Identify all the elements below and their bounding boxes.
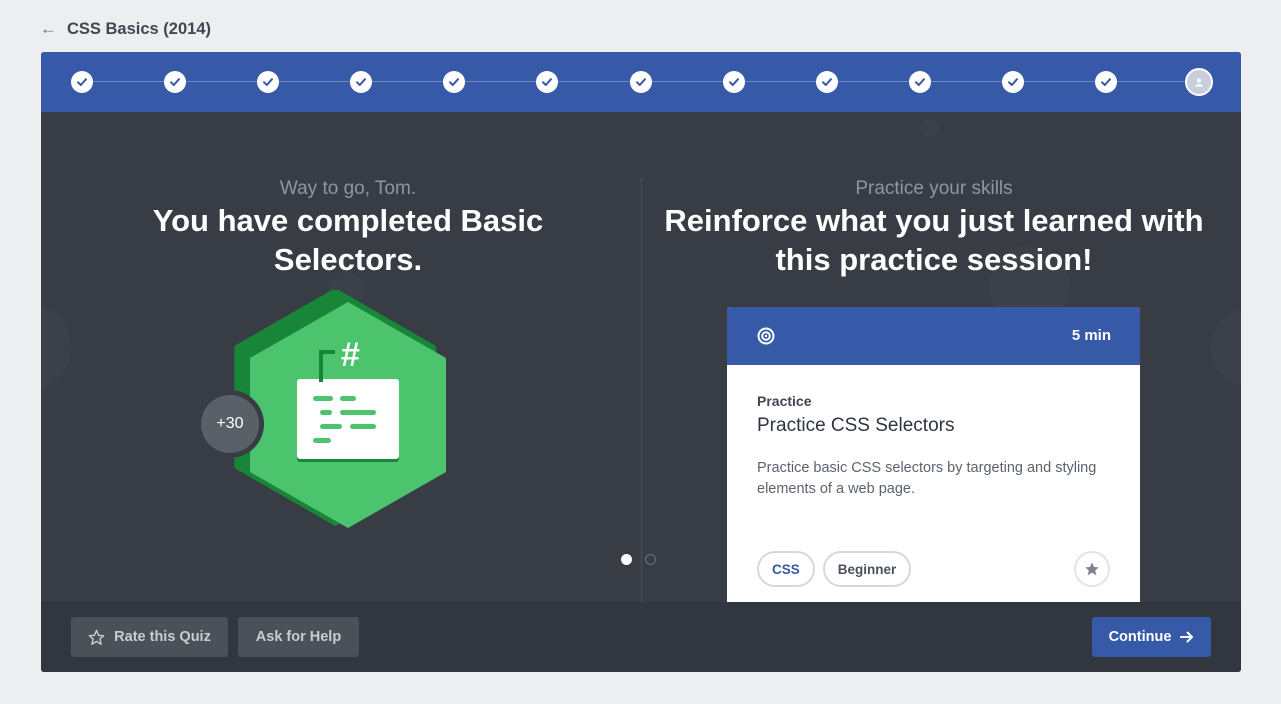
check-icon bbox=[542, 78, 553, 86]
rate-quiz-label: Rate this Quiz bbox=[114, 629, 211, 645]
arrow-left-icon[interactable]: ← bbox=[40, 19, 57, 39]
check-icon bbox=[821, 78, 832, 86]
quiz-complete-card: Way to go, Tom. You have completed Basic… bbox=[41, 52, 1241, 672]
progress-step-completed[interactable] bbox=[257, 71, 280, 93]
star-outline-icon bbox=[88, 629, 105, 645]
progress-step-completed[interactable] bbox=[722, 71, 745, 93]
check-icon bbox=[170, 78, 181, 86]
completion-title: You have completed Basic Selectors. bbox=[152, 203, 544, 277]
progress-step-completed[interactable] bbox=[1001, 71, 1024, 93]
decorative-circle bbox=[41, 302, 71, 392]
decorative-circle bbox=[1211, 307, 1241, 387]
continue-label: Continue bbox=[1108, 629, 1172, 645]
check-icon bbox=[356, 78, 367, 86]
favorite-button[interactable] bbox=[1074, 551, 1110, 587]
check-icon bbox=[263, 78, 274, 86]
congrats-subtitle: Way to go, Tom. bbox=[279, 178, 417, 199]
check-icon bbox=[77, 78, 87, 86]
progress-step-completed[interactable] bbox=[350, 71, 373, 93]
ask-for-help-label: Ask for Help bbox=[255, 629, 342, 645]
progress-step-completed[interactable] bbox=[815, 71, 838, 93]
progress-track bbox=[41, 52, 1241, 112]
star-icon bbox=[1085, 562, 1099, 576]
carousel-pagination bbox=[621, 554, 656, 565]
tag-css[interactable]: CSS bbox=[757, 551, 815, 587]
check-icon bbox=[728, 78, 739, 86]
points-ring: +30 bbox=[201, 395, 259, 453]
arrow-right-icon bbox=[1180, 631, 1194, 643]
check-icon bbox=[914, 78, 925, 86]
practice-title: Reinforce what you just learned with thi… bbox=[664, 203, 1204, 277]
check-icon bbox=[449, 78, 460, 86]
check-icon bbox=[1007, 78, 1018, 86]
pagination-dot-2[interactable] bbox=[645, 554, 656, 565]
practice-description: Practice basic CSS selectors by targetin… bbox=[757, 460, 1097, 497]
practice-subtitle: Practice your skills bbox=[855, 178, 1013, 199]
progress-step-current[interactable] bbox=[1185, 68, 1213, 96]
decorative-circle bbox=[921, 119, 939, 137]
progress-step-completed[interactable] bbox=[164, 71, 187, 93]
practice-kind: Practice bbox=[757, 393, 812, 409]
progress-step-completed[interactable] bbox=[1094, 71, 1117, 93]
practice-card-title[interactable]: Practice CSS Selectors bbox=[757, 415, 954, 437]
progress-step-completed[interactable] bbox=[71, 71, 93, 93]
quiz-footer: Rate this Quiz Ask for Help Continue bbox=[41, 602, 1241, 672]
course-title[interactable]: CSS Basics (2014) bbox=[67, 20, 211, 39]
progress-step-completed[interactable] bbox=[443, 71, 466, 93]
completion-content: Way to go, Tom. You have completed Basic… bbox=[41, 112, 1241, 602]
achievement-badge: # +30 bbox=[193, 288, 473, 590]
rate-quiz-button[interactable]: Rate this Quiz bbox=[71, 617, 228, 657]
column-divider bbox=[641, 178, 642, 602]
points-indicator: +30 bbox=[196, 390, 264, 458]
pagination-dot-1[interactable] bbox=[621, 554, 632, 565]
tag-list: CSS Beginner bbox=[757, 551, 912, 587]
avatar-icon bbox=[1195, 78, 1203, 87]
progress-step-completed[interactable] bbox=[536, 71, 559, 93]
points-value: +30 bbox=[216, 415, 244, 432]
check-icon bbox=[1100, 78, 1111, 86]
svg-text:#: # bbox=[341, 336, 360, 374]
ask-for-help-button[interactable]: Ask for Help bbox=[238, 617, 359, 657]
practice-duration: 5 min bbox=[1071, 327, 1111, 344]
practice-card[interactable]: 5 min Practice Practice CSS Selectors Pr… bbox=[727, 307, 1140, 602]
progress-step-completed[interactable] bbox=[908, 71, 931, 93]
target-icon bbox=[757, 327, 775, 345]
check-icon bbox=[635, 78, 646, 86]
progress-step-completed[interactable] bbox=[629, 71, 652, 93]
tag-level[interactable]: Beginner bbox=[822, 551, 912, 587]
continue-button[interactable]: Continue bbox=[1092, 617, 1211, 657]
top-bar: ← CSS Basics (2014) bbox=[40, 18, 211, 40]
practice-card-header: 5 min bbox=[727, 307, 1140, 365]
